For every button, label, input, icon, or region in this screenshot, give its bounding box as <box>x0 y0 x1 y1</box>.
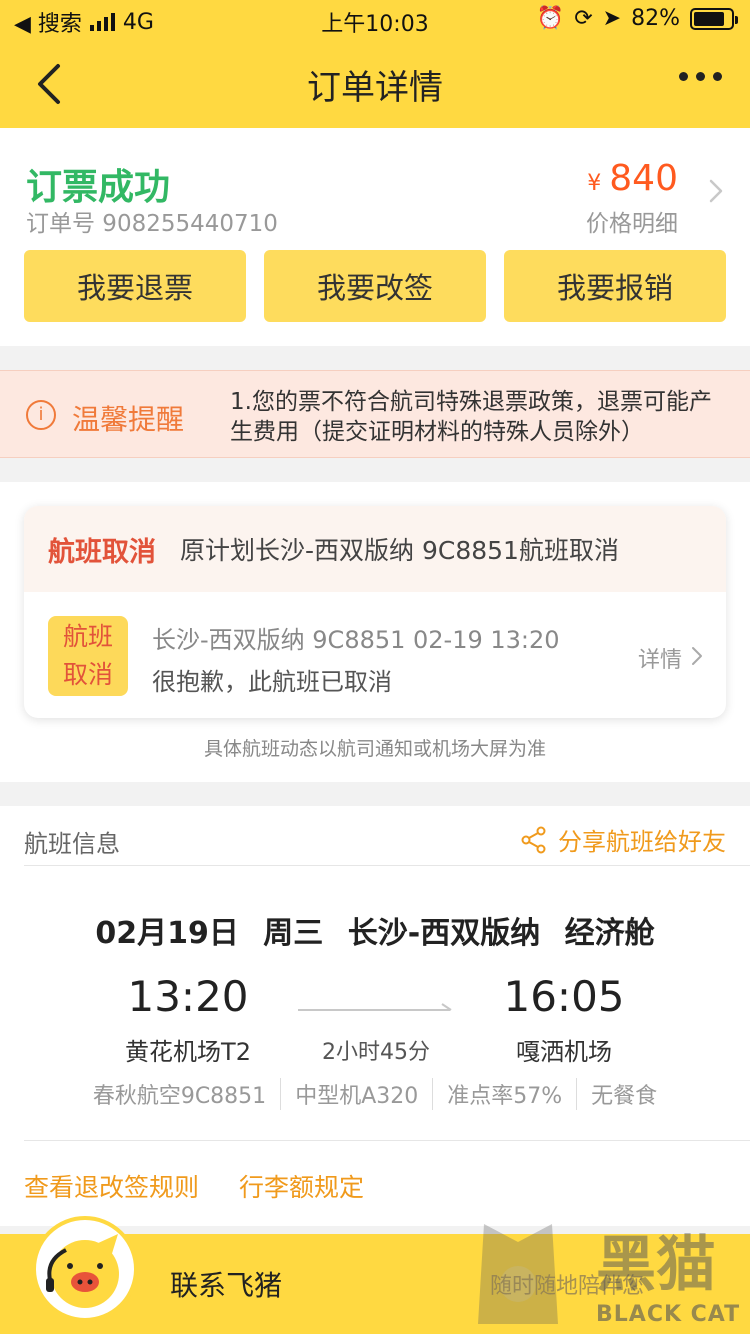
rule-links: 查看退改签规则 行李额规定 <box>24 1168 364 1204</box>
share-icon <box>521 826 546 853</box>
cancel-card-header: 航班取消 原计划长沙-西双版纳 9C8851航班取消 <box>24 506 726 592</box>
battery-icon <box>690 7 738 30</box>
status-bar: ◀ 搜索 4G 上午10:03 ⏰ ⟳ ➤ 82% <box>0 0 750 40</box>
cancel-message: 很抱歉，此航班已取消 <box>152 668 392 696</box>
flight-info-section: 航班信息 分享航班给好友 02月19日 周三 长沙-西双版纳 经济舱 13:20… <box>0 806 750 1226</box>
order-price[interactable]: ¥840 <box>587 158 678 199</box>
currency-symbol: ¥ <box>587 171 602 196</box>
order-number: 订单号 908255440710 <box>26 211 278 237</box>
share-flight-button[interactable]: 分享航班给好友 <box>520 822 726 857</box>
on-time-rate: 准点率57% <box>432 1078 576 1110</box>
info-icon: i <box>26 400 56 430</box>
share-label: 分享航班给好友 <box>558 828 726 856</box>
arrival-time: 16:05 <box>503 972 625 1021</box>
order-summary: 订票成功 订单号 908255440710 ¥840 价格明细 我要退票 我要改… <box>0 128 750 346</box>
rotation-lock-icon: ⟳ <box>574 6 593 31</box>
cancel-tag: 航班取消 <box>48 536 156 568</box>
contact-fliggy-label[interactable]: 联系飞猪 <box>170 1264 282 1304</box>
cancel-card-body[interactable]: 航班 取消 长沙-西双版纳 9C8851 02-19 13:20 很抱歉，此航班… <box>24 592 726 718</box>
meal-info: 无餐食 <box>576 1078 671 1110</box>
order-actions: 我要退票 我要改签 我要报销 <box>24 250 726 322</box>
pig-mascot-icon <box>46 1234 119 1308</box>
watermark-logo-text: 黑猫 <box>596 1230 716 1300</box>
chevron-right-icon[interactable] <box>690 646 704 666</box>
departure-time: 13:20 <box>127 972 249 1021</box>
flight-date-route: 02月19日 周三 长沙-西双版纳 经济舱 <box>95 916 655 951</box>
page-title: 订单详情 <box>307 68 443 108</box>
change-ticket-button[interactable]: 我要改签 <box>264 250 486 322</box>
watermark-subtext: BLACK CAT <box>596 1302 741 1327</box>
top-bar: ◀ 搜索 4G 上午10:03 ⏰ ⟳ ➤ 82% 订单详情 <box>0 0 750 128</box>
refund-change-rules-link[interactable]: 查看退改签规则 <box>24 1168 199 1204</box>
arrow-right-icon <box>298 1003 452 1011</box>
flight-cancel-section: 航班取消 原计划长沙-西双版纳 9C8851航班取消 航班 取消 长沙-西双版纳… <box>0 482 750 782</box>
price-detail-link[interactable]: 价格明细 <box>586 204 678 238</box>
nav-bar: 订单详情 <box>0 40 750 128</box>
chevron-right-icon[interactable] <box>706 178 726 204</box>
reminder-banner: i 温馨提醒 1.您的票不符合航司特殊退票政策，退票可能产生费用（提交证明材料的… <box>0 370 750 458</box>
airline-flight-no: 春秋航空9C8851 <box>92 1084 267 1109</box>
fliggy-mascot-avatar[interactable] <box>32 1216 138 1322</box>
cancel-detail-link[interactable]: 详情 <box>638 642 682 674</box>
divider <box>24 1140 750 1141</box>
cancel-description: 原计划长沙-西双版纳 9C8851航班取消 <box>180 536 619 565</box>
flight-info-title: 航班信息 <box>24 830 120 858</box>
flight-cancel-card: 航班取消 原计划长沙-西双版纳 9C8851航班取消 航班 取消 长沙-西双版纳… <box>24 506 726 718</box>
battery-percent: 82% <box>631 6 680 31</box>
baggage-rules-link[interactable]: 行李额规定 <box>239 1168 364 1204</box>
reimburse-button[interactable]: 我要报销 <box>504 250 726 322</box>
reminder-text: 1.您的票不符合航司特殊退票政策，退票可能产生费用（提交证明材料的特殊人员除外） <box>230 389 712 445</box>
alarm-icon: ⏰ <box>536 6 565 31</box>
cancel-badge-line1: 航班 <box>62 622 113 651</box>
arrival-airport: 嘎洒机场 <box>516 1038 612 1066</box>
cancelled-flight-info: 长沙-西双版纳 9C8851 02-19 13:20 <box>152 626 560 654</box>
flight-status-note: 具体航班动态以航司通知或机场大屏为准 <box>203 738 546 760</box>
order-status: 订票成功 <box>26 167 171 208</box>
cancel-badge-line2: 取消 <box>62 660 113 689</box>
cancel-badge: 航班 取消 <box>48 616 128 696</box>
aircraft-type: 中型机A320 <box>280 1078 432 1110</box>
flight-info-header: 航班信息 分享航班给好友 <box>24 806 750 866</box>
flight-duration: 2小时45分 <box>322 1040 430 1065</box>
location-icon: ➤ <box>602 6 622 31</box>
flight-meta: 春秋航空9C8851 中型机A320 准点率57% 无餐食 <box>0 1078 750 1110</box>
more-icon[interactable] <box>679 72 722 81</box>
reminder-title: 温馨提醒 <box>72 403 185 436</box>
departure-airport: 黄花机场T2 <box>125 1038 251 1066</box>
price-value: 840 <box>609 158 678 199</box>
refund-button[interactable]: 我要退票 <box>24 250 246 322</box>
